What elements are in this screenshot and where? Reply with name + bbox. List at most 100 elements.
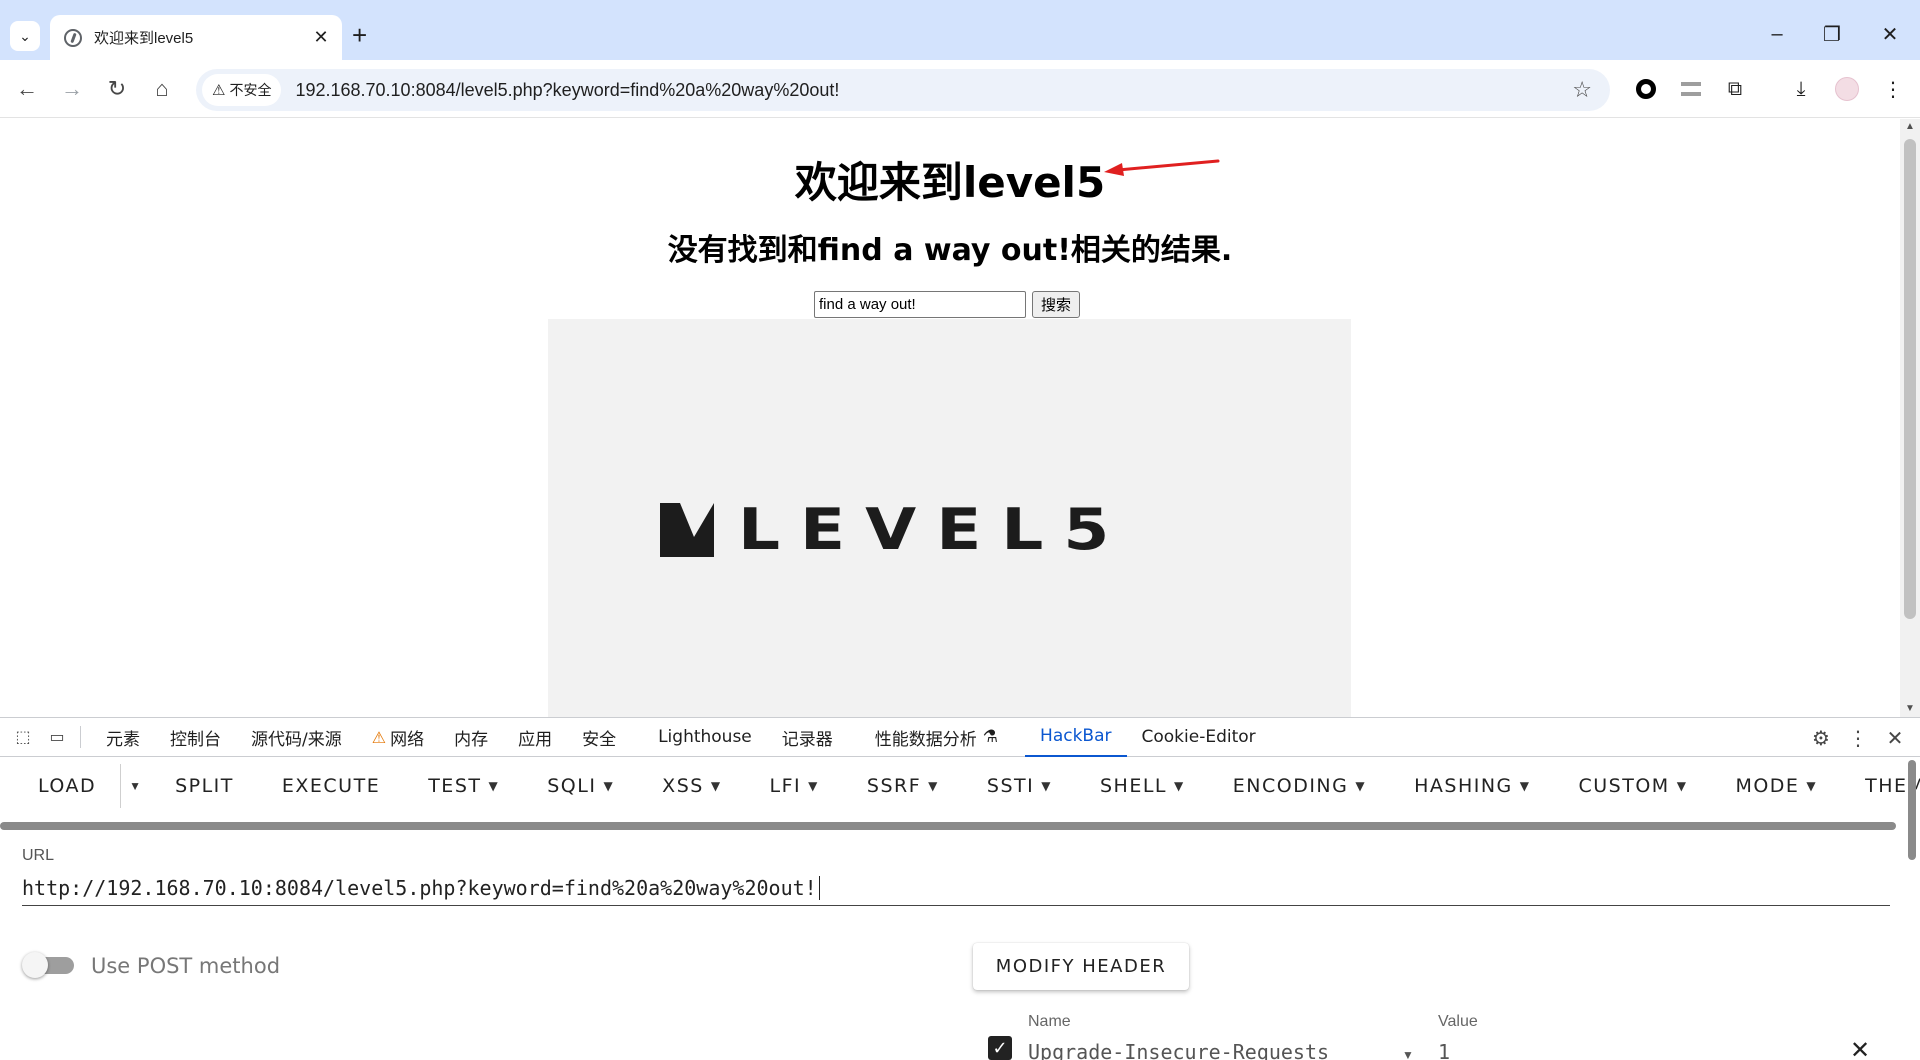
tab-recorder[interactable]: 记录器 (767, 718, 848, 757)
text-cursor (818, 875, 820, 900)
ssrf-menu[interactable]: SSRF ▼ (843, 775, 963, 797)
result-message: 没有找到和find a way out!相关的结果. (667, 233, 1233, 268)
extensions-puzzle-icon[interactable]: ⧉ (1720, 74, 1750, 104)
xss-label: XSS (662, 775, 704, 797)
tab-cookie-editor[interactable]: Cookie-Editor (1127, 718, 1271, 757)
extension-bars-icon[interactable] (1676, 74, 1706, 104)
header-name-label: Name (1028, 1013, 1071, 1030)
level5-logo: LEVEL5 (660, 496, 1130, 563)
devtools-more-icon[interactable]: ⋮ (1845, 725, 1871, 751)
scrollbar-thumb[interactable] (1904, 139, 1916, 619)
encoding-label: ENCODING (1232, 775, 1349, 797)
tab-search-button[interactable]: ⌄ (10, 21, 40, 51)
lfi-menu[interactable]: LFI ▼ (746, 775, 843, 797)
tab-application[interactable]: 应用 (503, 718, 567, 757)
devtools-tab-bar: ⬚ ▭ 元素 控制台 源代码/来源 ⚠ 网络 内存 应用 安全 Lighthous… (0, 718, 1920, 757)
tab-network[interactable]: ⚠ 网络 (357, 718, 439, 757)
ssti-label: SSTI (986, 775, 1035, 797)
forward-icon[interactable]: → (56, 73, 88, 105)
tab-hackbar[interactable]: HackBar (1025, 718, 1127, 757)
hackbar-horizontal-scrollbar[interactable] (0, 822, 1896, 830)
tab-elements[interactable]: 元素 (91, 718, 155, 757)
ssrf-label: SSRF (866, 775, 922, 797)
settings-gear-icon[interactable]: ⚙ (1808, 725, 1834, 751)
window-close-icon[interactable]: ✕ (1870, 18, 1910, 50)
hackbar-vertical-scrollbar[interactable] (1908, 760, 1916, 860)
profile-avatar[interactable] (1832, 74, 1862, 104)
hackbar-url-input[interactable]: http://192.168.70.10:8084/level5.php?key… (22, 870, 1890, 906)
lfi-label: LFI (769, 775, 802, 797)
tab-lighthouse[interactable]: Lighthouse (643, 718, 767, 757)
tab-close-icon[interactable]: ✕ (310, 27, 332, 49)
warning-icon: ⚠ (212, 82, 226, 99)
level5-logo-text: LEVEL5 (738, 496, 1130, 563)
more-menu-icon[interactable]: ⋮ (1878, 74, 1908, 104)
hashing-label: HASHING (1414, 775, 1513, 797)
tab-performance-insights[interactable]: 性能数据分析 ⚗ (860, 718, 1013, 757)
xss-menu[interactable]: XSS ▼ (638, 775, 745, 797)
execute-button[interactable]: EXECUTE (258, 775, 404, 797)
encoding-menu[interactable]: ENCODING ▼ (1209, 775, 1390, 797)
address-bar[interactable]: ⚠ 不安全 192.168.70.10:8084/level5.php?keyw… (196, 69, 1610, 111)
hashing-menu[interactable]: HASHING ▼ (1390, 775, 1554, 797)
new-tab-button[interactable]: + (352, 20, 367, 50)
scroll-up-icon[interactable]: ▲ (1905, 121, 1915, 132)
keyword-input[interactable] (814, 291, 1026, 318)
tab-sources[interactable]: 源代码/来源 (236, 718, 357, 757)
post-method-label: Use POST method (91, 954, 281, 978)
tab-memory[interactable]: 内存 (439, 718, 503, 757)
split-button[interactable]: SPLIT (151, 775, 258, 797)
divider (80, 726, 81, 748)
caret-down-icon: ▼ (710, 779, 722, 793)
download-icon[interactable]: ⤓ (1786, 74, 1816, 104)
load-button[interactable]: LOAD (0, 775, 120, 797)
bookmark-star-icon[interactable]: ☆ (1572, 77, 1592, 103)
restore-icon[interactable]: ❐ (1812, 18, 1852, 50)
caret-down-icon: ▼ (928, 779, 939, 793)
browser-tab-active[interactable]: 欢迎来到level5 ✕ (50, 15, 342, 60)
url-text[interactable]: 192.168.70.10:8084/level5.php?keyword=fi… (295, 80, 1572, 101)
sqli-menu[interactable]: SQLI ▼ (523, 775, 638, 797)
page-heading: 欢迎来到level5 (794, 158, 1106, 207)
page-scrollbar[interactable]: ▲ ▼ (1900, 119, 1920, 717)
warning-icon: ⚠ (371, 727, 387, 747)
modify-header-button[interactable]: MODIFY HEADER (973, 943, 1189, 990)
minimize-icon[interactable]: – (1757, 18, 1797, 50)
security-chip[interactable]: ⚠ 不安全 (202, 74, 282, 106)
security-label: 不安全 (229, 82, 272, 98)
header-value-input[interactable]: 1 (1438, 1040, 1450, 1060)
post-method-toggle[interactable] (22, 952, 74, 978)
header-name-dropdown-icon[interactable]: ▼ (1402, 1048, 1414, 1060)
search-button[interactable]: 搜索 (1032, 291, 1081, 318)
extension-circle-icon[interactable] (1631, 74, 1661, 104)
tab-console[interactable]: 控制台 (155, 718, 236, 757)
back-icon[interactable]: ← (11, 73, 43, 105)
device-toolbar-icon[interactable]: ▭ (44, 724, 70, 750)
home-icon[interactable]: ⌂ (146, 73, 178, 105)
ssti-menu[interactable]: SSTI ▼ (963, 775, 1076, 797)
header-enabled-checkbox[interactable]: ✓ (988, 1036, 1012, 1060)
hackbar-url-value: http://192.168.70.10:8084/level5.php?key… (22, 875, 817, 900)
remove-header-icon[interactable]: ✕ (1850, 1036, 1870, 1060)
inspect-element-icon[interactable]: ⬚ (10, 724, 36, 750)
test-menu[interactable]: TEST ▼ (404, 775, 523, 797)
url-field-label: URL (22, 847, 55, 864)
header-name-input[interactable]: Upgrade-Insecure-Requests (1028, 1040, 1329, 1060)
shell-menu[interactable]: SHELL ▼ (1076, 775, 1209, 797)
reload-icon[interactable]: ↻ (101, 73, 133, 105)
load-dropdown-caret[interactable]: ▼ (120, 764, 151, 808)
hackbar-menu: LOAD ▼ SPLIT EXECUTE TEST ▼ SQLI ▼ XSS ▼ LF… (0, 758, 1920, 814)
browser-toolbar: ← → ↻ ⌂ ⚠ 不安全 192.168.70.10:8084/level5.… (0, 60, 1920, 118)
scroll-down-icon[interactable]: ▼ (1905, 703, 1915, 714)
caret-down-icon: ▼ (488, 779, 500, 793)
red-arrow-annotation (1104, 159, 1220, 176)
tab-security[interactable]: 安全 (567, 718, 631, 757)
header-value-label: Value (1438, 1013, 1478, 1030)
caret-down-icon: ▼ (1355, 779, 1367, 793)
custom-menu[interactable]: CUSTOM ▼ (1555, 775, 1712, 797)
devtools-close-icon[interactable]: ✕ (1882, 725, 1908, 751)
mode-menu[interactable]: MODE ▼ (1711, 775, 1841, 797)
caret-down-icon: ▼ (1174, 779, 1185, 793)
caret-down-icon: ▼ (603, 779, 615, 793)
devtools-panel: ⬚ ▭ 元素 控制台 源代码/来源 ⚠ 网络 内存 应用 安全 Lighthous… (0, 717, 1920, 1060)
